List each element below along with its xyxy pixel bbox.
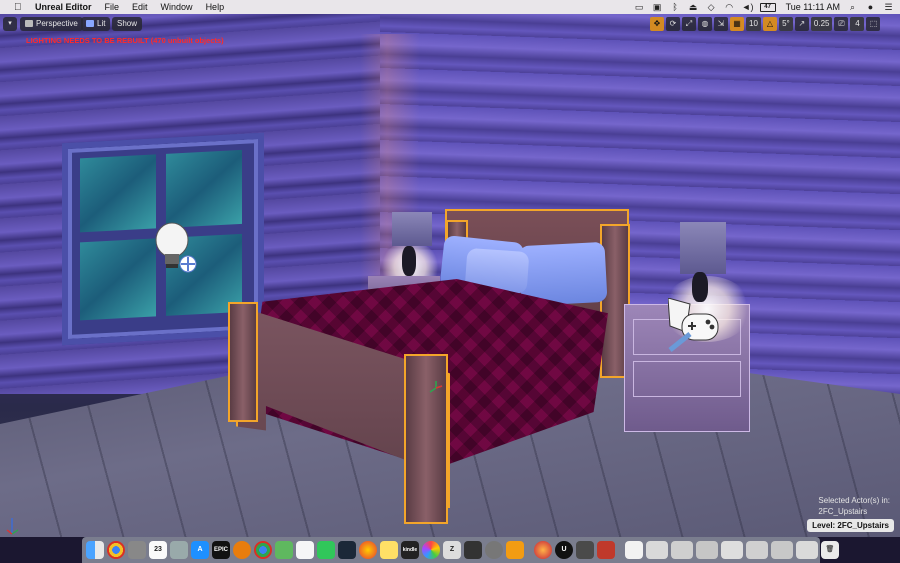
show-flags-button[interactable]: Show (112, 17, 143, 31)
notification-center-icon[interactable]: ☰ (883, 2, 894, 12)
display-icon[interactable]: ▣ (652, 2, 663, 12)
colorsync-icon[interactable] (534, 541, 552, 559)
window-4-icon[interactable] (721, 541, 743, 559)
maximize-viewport-icon[interactable]: ⬚ (866, 17, 881, 31)
maps-icon[interactable] (275, 541, 293, 559)
stickies-icon[interactable] (380, 541, 398, 559)
selected-actors-label: Selected Actor(s) in: (818, 496, 890, 505)
lighting-rebuild-warning: LIGHTING NEEDS TO BE REBUILT (470 unbuil… (26, 36, 224, 45)
wifi-icon[interactable]: ◠ (724, 2, 735, 12)
nightstand-drawer (633, 361, 741, 397)
finder-icon[interactable] (86, 541, 104, 559)
hdri-icon[interactable] (576, 541, 594, 559)
epic-games-icon[interactable]: EPIC (212, 541, 230, 559)
rotation-snap-value[interactable]: 5° (778, 17, 793, 31)
viewport-options-button[interactable]: ▾ (3, 17, 17, 31)
menu-window[interactable]: Window (161, 2, 193, 12)
world-local-toggle-icon[interactable]: ◍ (698, 17, 712, 31)
kindle-icon[interactable]: kindle (401, 541, 419, 559)
spotlight-icon[interactable]: ⌕ (847, 2, 858, 12)
macos-dock: 23 A EPIC kindle Z U 🗑 (82, 537, 839, 563)
pivot-gizmo-icon[interactable] (428, 380, 444, 396)
trash-icon[interactable]: 🗑 (821, 541, 839, 559)
grid-snap-icon[interactable]: ▦ (730, 17, 744, 31)
window-5-icon[interactable] (746, 541, 768, 559)
scale-toggle-icon[interactable]: ⤢ (682, 17, 696, 31)
lit-label: Lit (97, 19, 106, 28)
status-area: ▭ ▣ ᛒ ⏏ ◇ ◠ ◄) 47 Tue 11:11 AM ⌕ ● ☰ (634, 0, 894, 14)
grid-snap-value[interactable]: 10 (746, 17, 761, 31)
camera-speed-icon[interactable]: ⎚ (834, 17, 849, 31)
window-pane (166, 149, 242, 228)
system-prefs-icon[interactable] (485, 541, 503, 559)
window-pane (80, 238, 156, 321)
bluetooth-icon[interactable]: ᛒ (670, 2, 681, 12)
photos-icon[interactable] (422, 541, 440, 559)
substance-icon[interactable] (597, 541, 615, 559)
transform-toolbar: ✥ ⟳ ⤢ ◍ ⇲ ▦ 10 △ 5° ↗ 0.25 ⎚ 4 ⬚ (650, 17, 881, 31)
show-label: Show (117, 19, 138, 28)
launchpad-icon[interactable] (128, 541, 146, 559)
window-pane (80, 154, 156, 233)
rotate-toggle-icon[interactable]: ⟳ (666, 17, 680, 31)
camera-speed-value[interactable]: 4 (850, 17, 865, 31)
app-menu[interactable]: Unreal Editor (35, 2, 92, 12)
rocket-icon[interactable] (170, 541, 188, 559)
unreal-icon[interactable]: U (555, 541, 573, 559)
lit-sphere-icon (86, 20, 94, 27)
zbrush-icon[interactable]: Z (443, 541, 461, 559)
chevron-down-icon: ▾ (8, 20, 12, 27)
apple-menu-icon[interactable]:  (14, 2, 24, 13)
view-mode-lit-button[interactable]: Lit (81, 17, 111, 31)
messages-icon[interactable] (317, 541, 335, 559)
menu-clock[interactable]: Tue 11:11 AM (786, 2, 840, 12)
macos-menu-bar:  Unreal Editor File Edit Window Help ▭ … (0, 0, 900, 14)
document-icon[interactable] (625, 541, 643, 559)
screen-mirror-icon[interactable]: ▭ (634, 2, 645, 12)
perspective-button[interactable]: Perspective (20, 17, 83, 31)
surface-snap-icon[interactable]: ⇲ (714, 17, 728, 31)
menu-help[interactable]: Help (206, 2, 225, 12)
lamp-base-left (402, 246, 416, 276)
scale-snap-icon[interactable]: ↗ (794, 17, 809, 31)
point-light-bulb-icon[interactable] (152, 220, 204, 280)
scale-snap-value[interactable]: 0.25 (810, 17, 833, 31)
sublime-icon[interactable] (506, 541, 524, 559)
siri-icon[interactable]: ● (865, 2, 876, 12)
calendar-icon[interactable]: 23 (149, 541, 167, 559)
marble-icon[interactable] (359, 541, 377, 559)
airplay-icon[interactable]: ⏏ (688, 2, 699, 12)
selected-actors-level: 2FC_Upstairs (818, 507, 868, 516)
select-translate-toggle-icon[interactable]: ✥ (650, 17, 664, 31)
window-3-icon[interactable] (696, 541, 718, 559)
player-start-gamepad-icon[interactable] (668, 298, 724, 358)
current-level-badge[interactable]: Level: 2FC_Upstairs (807, 519, 894, 532)
steam-icon[interactable] (338, 541, 356, 559)
battery-icon[interactable]: 47 (759, 2, 776, 12)
bed-post (228, 302, 258, 422)
window-6-icon[interactable] (771, 541, 793, 559)
notes-icon[interactable] (296, 541, 314, 559)
window-1-icon[interactable] (646, 541, 668, 559)
lamp-shade-left[interactable] (392, 212, 432, 246)
axis-indicator-icon (6, 518, 19, 535)
volume-icon[interactable]: ◄) (742, 2, 754, 12)
clapper-icon[interactable] (464, 541, 482, 559)
lamp-shade-right[interactable] (680, 222, 726, 274)
window-7-icon[interactable] (796, 541, 818, 559)
selected-actors-info: Selected Actor(s) in: 2FC_Upstairs (818, 495, 890, 517)
level-viewport[interactable] (0, 14, 900, 537)
perspective-icon (25, 20, 33, 27)
chrome-icon[interactable] (254, 541, 272, 559)
menu-file[interactable]: File (105, 2, 120, 12)
menu-edit[interactable]: Edit (132, 2, 148, 12)
rotation-snap-icon[interactable]: △ (762, 17, 777, 31)
window-2-icon[interactable] (671, 541, 693, 559)
dropbox-icon[interactable]: ◇ (706, 2, 717, 12)
app-store-icon[interactable]: A (191, 541, 209, 559)
blender-icon[interactable] (233, 541, 251, 559)
move-arrows-icon (179, 255, 197, 273)
chrome-icon[interactable] (107, 541, 125, 559)
perspective-label: Perspective (36, 19, 78, 28)
